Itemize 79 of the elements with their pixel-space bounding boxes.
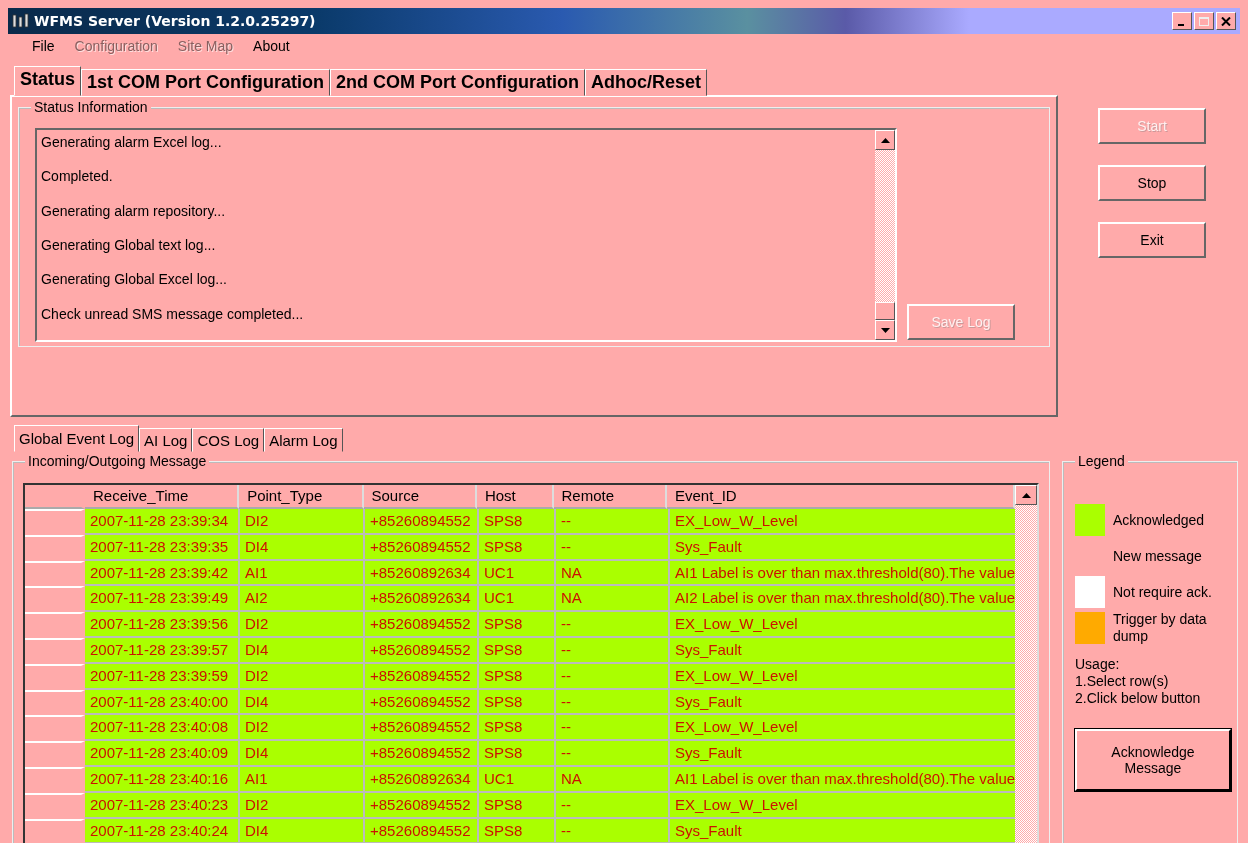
table-row[interactable]: 2007-11-28 23:40:24 DI4 +85260894552 SPS8 -- Sys_Fault — [25, 818, 1015, 843]
down-arrow-icon — [880, 327, 890, 333]
tab[interactable]: Adhoc/Reset — [585, 69, 708, 96]
table-row[interactable]: 2007-11-28 23:40:23 DI2 +85260894552 SPS8 -- EX_Low_W_Level — [25, 792, 1015, 819]
row-header[interactable] — [25, 534, 85, 561]
usage-text: 1.Select row(s) — [1075, 673, 1170, 690]
scrollbar[interactable] — [1015, 485, 1037, 843]
row-header[interactable] — [25, 766, 85, 793]
close-button[interactable] — [1216, 12, 1236, 30]
log-line: Completed. — [41, 167, 114, 187]
app-icon — [12, 13, 30, 29]
column-header[interactable]: Remote — [553, 485, 667, 509]
up-arrow-icon — [880, 137, 890, 143]
row-header[interactable] — [25, 560, 85, 587]
table-cell: SPS8 — [479, 818, 556, 843]
table-row[interactable]: 2007-11-28 23:39:49 AI2 +85260892634 UC1 NA AI2 Label is over than max.threshold(80).The value — [25, 586, 1015, 613]
log-line: Generating alarm repository... — [41, 201, 227, 221]
log-line: Check unread SMS message completed... — [41, 304, 305, 324]
table-cell: -- — [556, 818, 670, 843]
table-row[interactable]: 2007-11-28 23:40:08 DI2 +85260894552 SPS8 -- EX_Low_W_Level — [25, 715, 1015, 742]
column-header[interactable]: Event_ID — [666, 485, 1015, 509]
row-header[interactable] — [25, 689, 85, 716]
menu-item[interactable]: File — [22, 38, 65, 54]
log-line: Generating Global Excel log... — [41, 270, 228, 290]
table-row[interactable]: 2007-11-28 23:39:59 DI2 +85260894552 SPS8 -- EX_Low_W_Level — [25, 663, 1015, 690]
row-header[interactable] — [25, 586, 85, 613]
scroll-thumb[interactable] — [875, 302, 895, 320]
legend-label: Not require ack. — [1113, 583, 1213, 601]
usage-text: Usage: — [1075, 656, 1121, 673]
table-row[interactable]: 2007-11-28 23:39:34 DI2 +85260894552 SPS8 -- EX_Low_W_Level — [25, 509, 1015, 535]
tab[interactable]: 1st COM Port Configuration — [81, 69, 330, 96]
column-header[interactable]: Host — [476, 485, 554, 509]
column-header[interactable]: Source — [363, 485, 477, 509]
acknowledge-button[interactable]: Acknowledge Message — [1075, 729, 1231, 791]
row-header[interactable] — [25, 741, 85, 767]
table-row[interactable]: 2007-11-28 23:39:42 AI1 +85260892634 UC1 NA AI1 Label is over than max.threshold(80).The value — [25, 560, 1015, 587]
row-header[interactable] — [25, 663, 85, 690]
row-header[interactable] — [25, 715, 85, 742]
legend-label: Acknowledged — [1113, 511, 1206, 529]
legend-label: Trigger by data dump — [1113, 611, 1208, 645]
table-row[interactable]: 2007-11-28 23:39:35 DI4 +85260894552 SPS8 -- Sys_Fault — [25, 534, 1015, 561]
tab[interactable]: Alarm Log — [264, 428, 343, 452]
legend-label: New message — [1113, 547, 1203, 565]
table-row[interactable]: 2007-11-28 23:39:56 DI2 +85260894552 SPS8 -- EX_Low_W_Level — [25, 612, 1015, 638]
window-title: WFMS Server (Version 1.2.0.25297) — [34, 13, 316, 29]
action-button[interactable]: Exit — [1098, 222, 1206, 258]
maximize-icon — [1199, 17, 1209, 26]
menu-item[interactable]: About — [243, 38, 300, 54]
row-header[interactable] — [25, 612, 85, 638]
row-header[interactable] — [25, 509, 85, 535]
tab[interactable]: AI Log — [139, 428, 193, 452]
close-icon — [1221, 17, 1231, 26]
minimize-button[interactable] — [1172, 12, 1192, 30]
column-header[interactable]: Point_Type — [239, 485, 364, 509]
table-row[interactable]: 2007-11-28 23:40:16 AI1 +85260892634 UC1 NA AI1 Label is over than max.threshold(80).The value — [25, 766, 1015, 793]
group-title: Incoming/Outgoing Message — [25, 453, 210, 469]
log-line: Generating Global text log... — [41, 236, 217, 255]
table-row[interactable]: 2007-11-28 23:40:09 DI4 +85260894552 SPS8 -- Sys_Fault — [25, 741, 1015, 767]
maximize-button[interactable] — [1194, 12, 1214, 30]
tab[interactable]: 2nd COM Port Configuration — [330, 69, 585, 96]
tab[interactable]: Status — [14, 66, 81, 96]
table-row[interactable]: 2007-11-28 23:39:57 DI4 +85260894552 SPS8 -- Sys_Fault — [25, 638, 1015, 664]
row-header[interactable] — [25, 818, 85, 843]
log-line: Generating alarm Excel log... — [41, 133, 223, 152]
up-arrow-icon — [1021, 492, 1031, 498]
column-header[interactable]: Receive_Time — [85, 485, 240, 509]
table-cell: 2007-11-28 23:40:24 — [85, 818, 240, 843]
action-button[interactable]: Stop — [1098, 165, 1206, 201]
row-header[interactable] — [25, 792, 85, 819]
table-row[interactable]: 2007-11-28 23:40:00 DI4 +85260894552 SPS8 -- Sys_Fault — [25, 689, 1015, 716]
scrollbar[interactable] — [875, 130, 895, 340]
group-title: Legend — [1075, 453, 1128, 469]
usage-text: 2.Click below button — [1075, 690, 1202, 707]
tab[interactable]: COS Log — [192, 428, 265, 452]
table-cell: +85260894552 — [365, 818, 479, 843]
group-title: Status Information — [31, 99, 151, 115]
row-header[interactable] — [25, 638, 85, 664]
tab[interactable]: Global Event Log — [14, 425, 140, 452]
table-cell: DI4 — [240, 818, 365, 843]
